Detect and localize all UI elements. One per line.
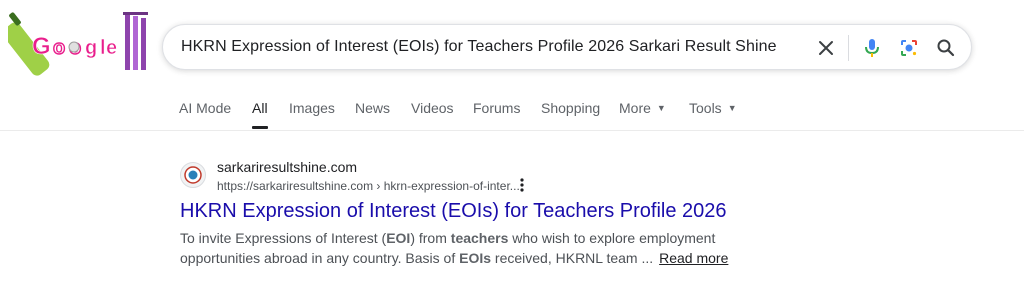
tab-images[interactable]: Images xyxy=(289,100,335,116)
stumps-graphic xyxy=(125,14,130,70)
google-doodle-logo[interactable]: G o o g l e xyxy=(2,6,158,78)
result-site-name[interactable]: sarkariresultshine.com xyxy=(217,159,357,175)
cricket-ball-graphic xyxy=(68,41,80,53)
tabs-divider xyxy=(0,130,1024,131)
microphone-icon[interactable] xyxy=(860,36,884,60)
result-url[interactable]: https://sarkariresultshine.com › hkrn-ex… xyxy=(217,179,520,193)
result-snippet: To invite Expressions of Interest (EOI) … xyxy=(180,230,729,266)
logo-letter-g2: g xyxy=(85,37,97,59)
tab-videos[interactable]: Videos xyxy=(411,100,454,116)
tab-news[interactable]: News xyxy=(355,100,390,116)
search-box[interactable]: HKRN Expression of Interest (EOIs) for T… xyxy=(162,24,972,70)
search-divider xyxy=(848,35,849,61)
tab-more[interactable]: More ▼ xyxy=(619,100,666,116)
caret-down-icon: ▼ xyxy=(727,103,737,113)
logo-letter-e: e xyxy=(106,37,117,59)
logo-letter-o1: o xyxy=(53,37,65,59)
tab-shopping[interactable]: Shopping xyxy=(541,100,600,116)
site-favicon[interactable] xyxy=(180,162,206,188)
tab-forums[interactable]: Forums xyxy=(473,100,520,116)
search-icon[interactable] xyxy=(934,36,958,60)
close-icon[interactable] xyxy=(814,36,838,60)
logo-letter-g1: G xyxy=(32,33,51,60)
read-more-link[interactable]: Read more xyxy=(659,250,728,266)
caret-down-icon: ▼ xyxy=(656,103,666,113)
logo-letter-l: l xyxy=(100,37,106,59)
lens-icon[interactable] xyxy=(897,36,921,60)
search-input[interactable]: HKRN Expression of Interest (EOIs) for T… xyxy=(181,38,777,56)
result-title-link[interactable]: HKRN Expression of Interest (EOIs) for T… xyxy=(180,200,727,223)
tab-tools[interactable]: Tools ▼ xyxy=(689,100,737,116)
tab-all[interactable]: All xyxy=(252,100,268,129)
tab-ai-mode[interactable]: AI Mode xyxy=(179,100,231,116)
more-options-icon[interactable] xyxy=(515,176,529,194)
